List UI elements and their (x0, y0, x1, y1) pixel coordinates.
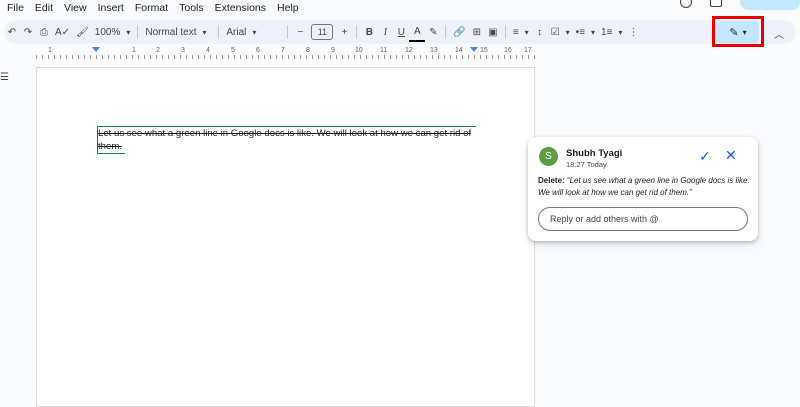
ruler-ticks (36, 55, 536, 59)
accept-suggestion-icon[interactable]: ✓ (699, 148, 711, 165)
menu-help[interactable]: Help (277, 2, 299, 14)
ruler-number: 7 (281, 47, 285, 54)
ruler-number: 15 (480, 47, 488, 54)
reject-suggestion-icon[interactable]: ✕ (725, 147, 737, 164)
italic-icon[interactable]: I (377, 22, 393, 42)
toolbar: ↶ ↷ ⎙ A✓ 🖌 100% Normal text Arial − 11 +… (4, 20, 796, 44)
history-icon[interactable] (680, 0, 692, 8)
redo-icon[interactable]: ↷ (20, 22, 36, 42)
comments-icon[interactable] (710, 0, 722, 7)
suggestion-type-label: Delete: (538, 176, 565, 185)
suggestion-bottom-line (97, 153, 125, 154)
link-icon[interactable]: 🔗 (450, 22, 468, 42)
divider (356, 25, 358, 39)
ruler-number: 17 (524, 47, 532, 54)
ruler-number: 2 (156, 47, 160, 54)
comment-author: Shubh Tyagi (566, 148, 623, 159)
image-icon[interactable]: ▣ (485, 22, 501, 42)
menu-format[interactable]: Format (135, 2, 168, 14)
menu-file[interactable]: File (7, 2, 24, 14)
ruler-number: 4 (206, 47, 210, 54)
bold-icon[interactable]: B (361, 22, 377, 42)
text-color-icon[interactable]: A (409, 22, 426, 42)
divider (218, 25, 220, 39)
decrease-font-icon[interactable]: − (292, 22, 308, 42)
style-select[interactable]: Normal text (142, 22, 214, 42)
zoom-select[interactable]: 100% (92, 22, 134, 42)
ruler-number: 13 (430, 47, 438, 54)
menu-tools[interactable]: Tools (179, 2, 204, 14)
highlight-icon[interactable]: ✎ (425, 22, 441, 42)
ruler-number: 10 (355, 47, 363, 54)
outline-icon[interactable]: ☰ (0, 72, 9, 83)
bulleted-list-icon[interactable]: •≡ (573, 22, 598, 42)
increase-font-icon[interactable]: + (336, 22, 352, 42)
ruler-number: 14 (455, 47, 463, 54)
reply-input[interactable]: Reply or add others with @ (538, 207, 748, 231)
divider (504, 25, 506, 39)
suggestion-body: Delete: “Let us see what a green line in… (538, 175, 750, 199)
divider (287, 25, 289, 39)
ruler-number: 11 (380, 47, 388, 54)
share-button[interactable] (740, 0, 800, 10)
comment-time: 18:27 Today (566, 160, 607, 169)
paint-format-icon[interactable]: 🖌 (73, 22, 92, 42)
document-page[interactable]: Let us see what a green line in Google d… (36, 67, 535, 407)
divider (445, 25, 447, 39)
align-icon[interactable]: ≡ (510, 22, 532, 42)
red-highlight-box (712, 16, 764, 47)
ruler: 1 1 2 3 4 5 6 7 8 9 10 11 12 13 14 15 16… (36, 47, 536, 59)
menu-view[interactable]: View (64, 2, 87, 14)
right-indent-marker[interactable] (470, 47, 478, 52)
font-size-input[interactable]: 11 (311, 24, 334, 40)
line-spacing-icon[interactable]: ↕ (532, 22, 548, 42)
divider (137, 25, 139, 39)
undo-icon[interactable]: ↶ (4, 22, 20, 42)
checklist-icon[interactable]: ☑ (548, 22, 573, 42)
suggested-deletion-text[interactable]: Let us see what a green line in Google d… (98, 127, 478, 153)
menu-extensions[interactable]: Extensions (215, 2, 266, 14)
underline-icon[interactable]: U (393, 22, 409, 42)
ruler-number: 9 (331, 47, 335, 54)
spellcheck-icon[interactable]: A✓ (52, 22, 73, 42)
font-select[interactable]: Arial (223, 22, 283, 42)
ruler-number: 16 (504, 47, 512, 54)
ruler-number: 8 (306, 47, 310, 54)
suggestion-card[interactable]: S Shubh Tyagi 18:27 Today ✓ ✕ Delete: “L… (528, 137, 758, 241)
ruler-number: 1 (48, 47, 52, 54)
ruler-number: 1 (132, 47, 136, 54)
collapse-toolbar-icon[interactable]: ︿ (774, 26, 784, 41)
top-right-actions (680, 0, 800, 10)
add-comment-icon[interactable]: ⊞ (469, 22, 485, 42)
numbered-list-icon[interactable]: 1≡ (598, 22, 625, 42)
suggestion-quote: “Let us see what a green line in Google … (538, 176, 750, 197)
print-icon[interactable]: ⎙ (36, 22, 52, 42)
ruler-number: 6 (256, 47, 260, 54)
menu-insert[interactable]: Insert (98, 2, 124, 14)
avatar: S (539, 147, 558, 166)
menu-edit[interactable]: Edit (35, 2, 53, 14)
ruler-number: 12 (405, 47, 413, 54)
ruler-number: 5 (231, 47, 235, 54)
left-indent-marker[interactable] (92, 47, 100, 52)
more-icon[interactable]: ⋮ (625, 22, 641, 42)
ruler-number: 3 (181, 47, 185, 54)
